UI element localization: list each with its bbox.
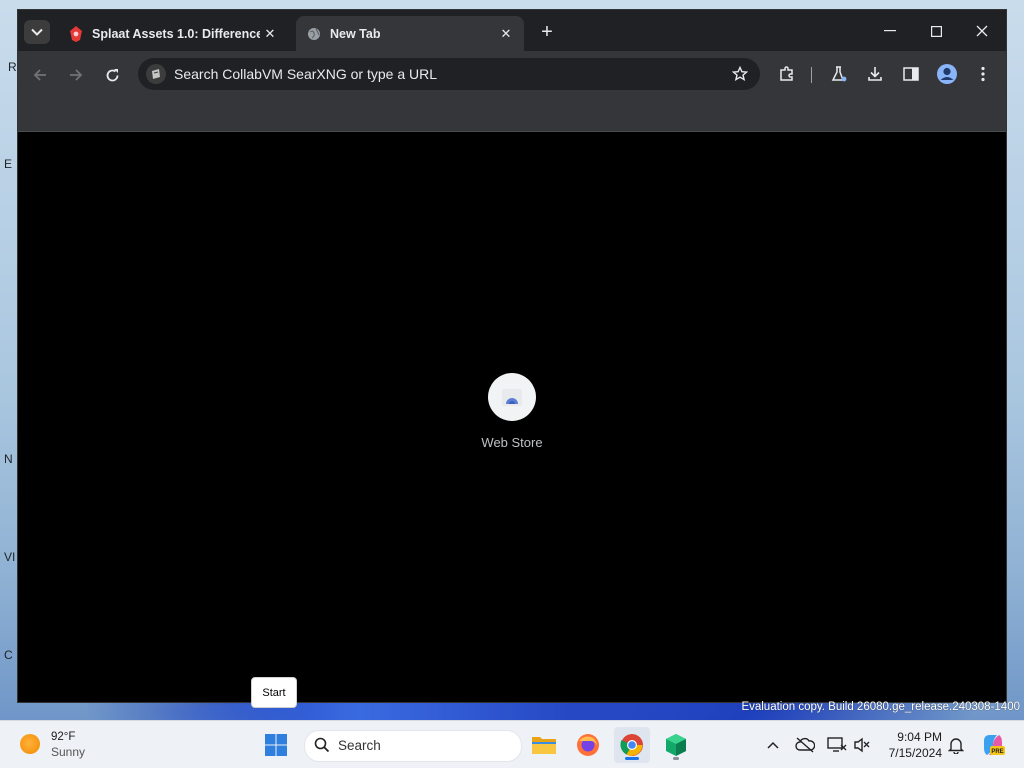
new-tab-plus-icon[interactable]: + [536, 22, 558, 44]
globe-icon [306, 26, 322, 42]
desktop-icon-label[interactable]: N [4, 452, 13, 466]
start-button[interactable] [258, 727, 294, 763]
omnibox-placeholder: Search CollabVM SearXNG or type a URL [174, 66, 437, 82]
notification-bell-icon[interactable] [945, 734, 967, 756]
tab-search-button[interactable] [24, 20, 50, 44]
windows-logo-icon [265, 734, 287, 756]
tab-splaat-assets[interactable]: Splaat Assets 1.0: Difference be ✕ [58, 16, 288, 51]
onedrive-offline-icon[interactable] [794, 734, 816, 756]
taskbar: 92°F Sunny Search 9:04 PM 7/15/2024 PRE [0, 720, 1024, 768]
extensions-puzzle-icon[interactable] [772, 60, 802, 88]
svg-text:PRE: PRE [991, 749, 1003, 755]
taskbar-search-box[interactable]: Search [304, 730, 522, 762]
shortcut-web-store[interactable]: Web Store [470, 373, 554, 450]
close-window-icon[interactable] [962, 18, 1002, 44]
desktop-icon-label[interactable]: C [4, 648, 13, 662]
desktop-icon-label[interactable]: VI [4, 550, 15, 564]
weather-condition: Sunny [51, 745, 86, 759]
web-store-icon [488, 373, 536, 421]
chevron-up-icon[interactable] [762, 734, 784, 756]
tab-new-tab[interactable]: New Tab ✕ [296, 16, 524, 51]
minimize-icon[interactable] [870, 18, 910, 44]
copilot-pre-icon[interactable]: PRE [980, 732, 1006, 758]
bookmarks-bar [18, 97, 1006, 132]
reload-icon[interactable] [98, 61, 126, 89]
search-icon [314, 737, 330, 758]
tab-title: New Tab [330, 26, 381, 41]
chevron-down-icon [31, 28, 43, 36]
tab-strip: Splaat Assets 1.0: Difference be ✕ New T… [18, 10, 1006, 51]
network-display-icon[interactable] [826, 734, 848, 756]
close-tab-icon[interactable]: ✕ [496, 24, 516, 44]
tab-title: Splaat Assets 1.0: Difference be [92, 26, 260, 41]
splaat-favicon-icon [68, 25, 84, 42]
start-tooltip: Start [251, 677, 297, 708]
toolbar-separator [811, 67, 812, 83]
taskbar-clock[interactable]: 9:04 PM 7/15/2024 [880, 729, 942, 761]
taskbar-search-label: Search [338, 738, 381, 753]
new-tab-page: Web Store [18, 132, 1006, 702]
profile-avatar-icon[interactable] [932, 60, 962, 88]
running-indicator [625, 757, 639, 760]
close-tab-icon[interactable]: ✕ [260, 24, 280, 44]
forward-arrow-icon[interactable] [62, 61, 90, 89]
back-arrow-icon[interactable] [26, 61, 54, 89]
download-icon[interactable] [860, 60, 890, 88]
weather-widget[interactable]: 92°F Sunny [20, 730, 85, 760]
volume-muted-icon[interactable] [851, 734, 873, 756]
bookmark-star-icon[interactable] [730, 64, 750, 84]
more-menu-icon[interactable] [968, 60, 998, 88]
labs-flask-icon[interactable] [824, 60, 854, 88]
clock-date: 7/15/2024 [888, 746, 942, 760]
browser-toolbar: Search CollabVM SearXNG or type a URL [18, 51, 1006, 97]
green-cube-app-icon[interactable] [658, 727, 694, 763]
clock-time: 9:04 PM [897, 730, 942, 744]
firefox-icon[interactable] [570, 727, 606, 763]
sun-icon [20, 734, 40, 754]
running-indicator [673, 757, 679, 760]
browser-window: Splaat Assets 1.0: Difference be ✕ New T… [18, 10, 1006, 702]
evaluation-watermark: Evaluation copy. Build 26080.ge_release.… [741, 701, 1020, 713]
maximize-icon[interactable] [916, 18, 956, 44]
side-panel-icon[interactable] [896, 60, 926, 88]
chrome-icon[interactable] [614, 727, 650, 763]
file-explorer-icon[interactable] [526, 727, 562, 763]
weather-temperature: 92°F [51, 731, 76, 743]
desktop-icon-label[interactable]: R [8, 60, 17, 74]
shortcut-label: Web Store [481, 435, 543, 450]
search-engine-icon [146, 64, 166, 84]
desktop-icon-label[interactable]: E [4, 157, 12, 171]
omnibox[interactable]: Search CollabVM SearXNG or type a URL [138, 58, 760, 90]
